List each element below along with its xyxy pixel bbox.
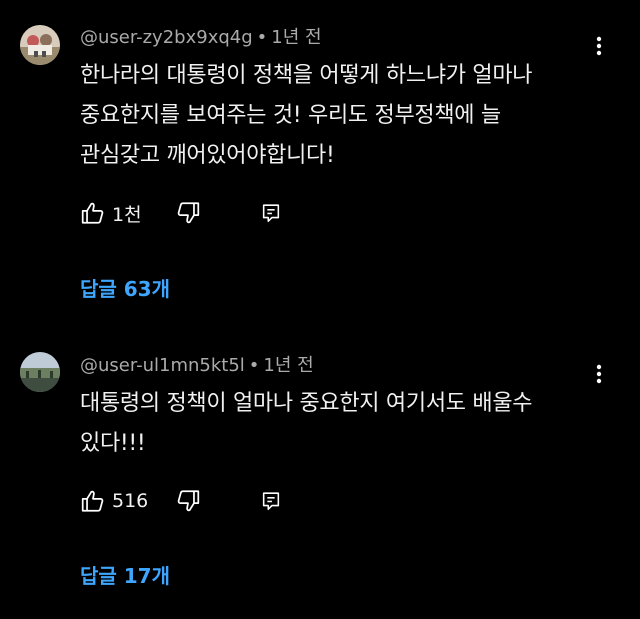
avatar[interactable] [20, 25, 60, 65]
view-replies-link[interactable]: 답글 17개 [80, 563, 170, 589]
meta-separator: • [256, 27, 268, 48]
like-button[interactable]: 516 [80, 487, 148, 515]
user-handle[interactable]: @user-zy2bx9xq4g [80, 27, 253, 48]
reply-button[interactable] [260, 199, 282, 227]
comment-actions: 1천 [80, 199, 300, 227]
user-handle[interactable]: @user-ul1mn5kt5l [80, 355, 245, 376]
comment-text: 한나라의 대통령이 정책을 어떻게 하느냐가 얼마나 중요한지를 보여주는 것!… [80, 63, 533, 168]
thumbs-up-icon [80, 200, 106, 226]
comment-meta: @user-zy2bx9xq4g • 1년 전 [80, 27, 322, 49]
reply-icon [260, 202, 282, 224]
meta-separator: • [248, 355, 260, 376]
comment-text: 대통령의 정책이 얼마나 중요한지 여기서도 배울수 있다!!! [80, 391, 533, 456]
comment-actions: 516 [80, 487, 300, 515]
comment-meta: @user-ul1mn5kt5l • 1년 전 [80, 355, 314, 377]
like-button[interactable]: 1천 [80, 199, 142, 227]
reply-button[interactable] [260, 487, 282, 515]
view-replies-link[interactable]: 답글 63개 [80, 276, 170, 302]
thumbs-down-icon [175, 200, 201, 226]
thumbs-down-icon [175, 488, 201, 514]
like-count: 1천 [112, 203, 142, 226]
thumbs-up-icon [80, 488, 106, 514]
comment-time: 1년 전 [263, 355, 314, 376]
like-count: 516 [112, 490, 149, 512]
comment-time: 1년 전 [271, 27, 322, 48]
avatar[interactable] [20, 352, 60, 392]
dislike-button[interactable] [175, 487, 201, 515]
dislike-button[interactable] [175, 199, 201, 227]
reply-icon [260, 490, 282, 512]
